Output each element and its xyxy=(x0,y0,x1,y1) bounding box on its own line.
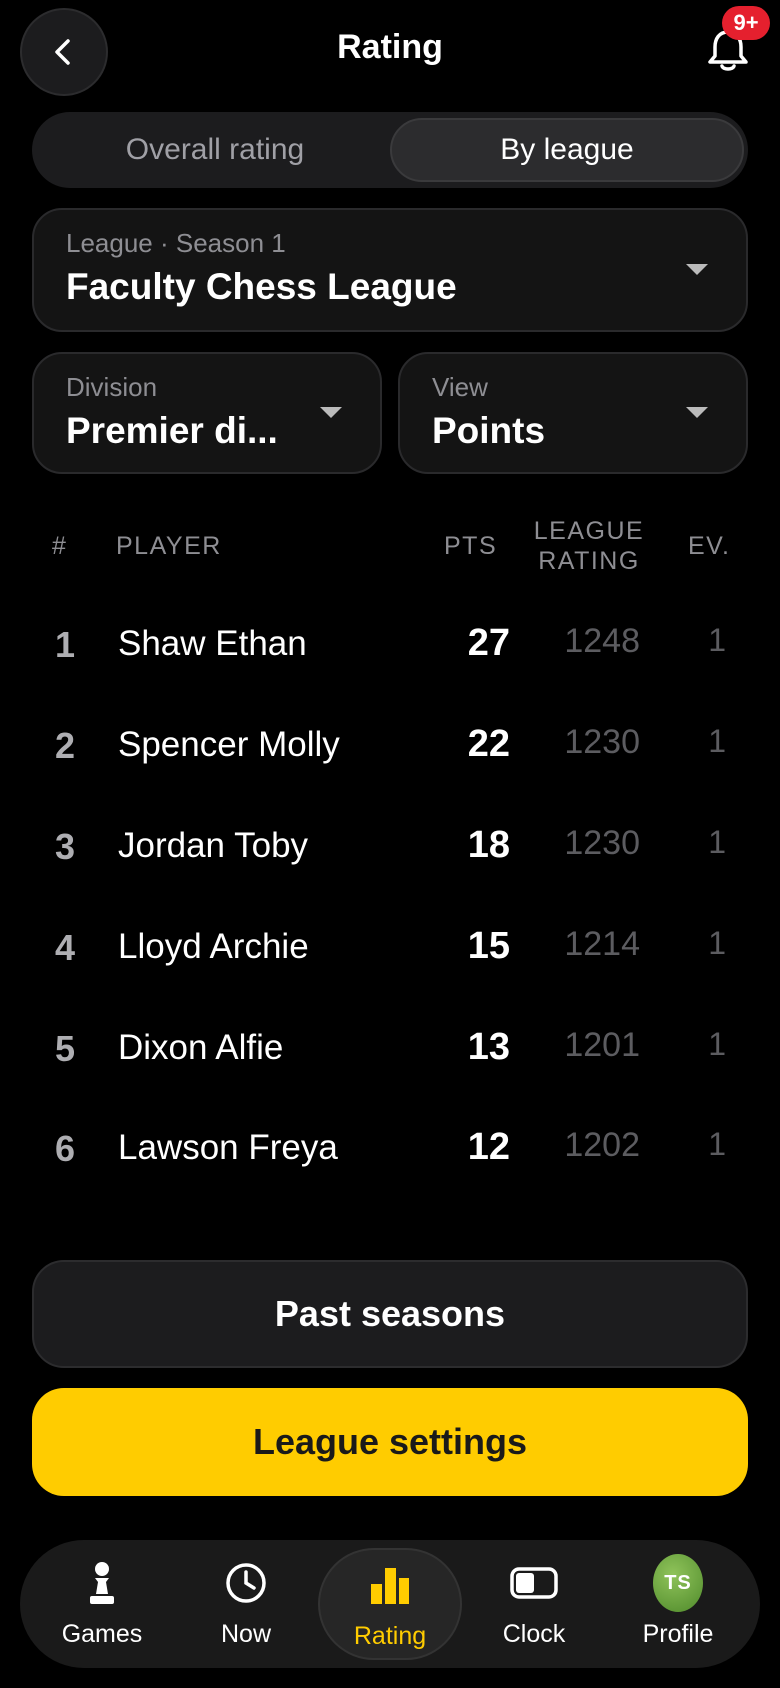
table-row[interactable]: 4 Lloyd Archie 15 1214 1 xyxy=(0,897,780,997)
row-events: 1 xyxy=(708,1026,726,1062)
column-header-player: PLAYER xyxy=(116,532,222,560)
row-points: 12 xyxy=(467,1126,510,1168)
row-player-name: Shaw Ethan xyxy=(118,624,307,663)
column-header-points: PTS xyxy=(444,532,498,560)
chevron-down-icon xyxy=(320,407,342,418)
row-player-name: Lawson Freya xyxy=(118,1128,338,1167)
clock-icon xyxy=(221,1558,271,1608)
column-header-league-rating-line1: LEAGUE xyxy=(533,517,645,545)
avatar: TS xyxy=(653,1554,703,1612)
tab-profile[interactable]: TS Profile xyxy=(606,1548,750,1660)
row-rank: 4 xyxy=(54,927,76,968)
chevron-down-icon xyxy=(686,407,708,418)
row-rank: 2 xyxy=(54,725,76,766)
tab-clock[interactable]: Clock xyxy=(462,1548,606,1660)
table-row[interactable]: 5 Dixon Alfie 13 1201 1 xyxy=(0,998,780,1098)
row-points: 18 xyxy=(467,824,510,866)
row-events: 1 xyxy=(708,925,726,961)
division-select-caption: Division xyxy=(66,372,158,402)
row-rank: 5 xyxy=(54,1028,76,1069)
column-header-rank: # xyxy=(52,532,68,560)
league-settings-button[interactable]: League settings xyxy=(32,1388,748,1496)
view-select-value: Points xyxy=(432,410,546,451)
notification-badge: 9+ xyxy=(722,6,770,40)
tab-now-label: Now xyxy=(220,1620,271,1648)
column-header-events: EV. xyxy=(688,532,731,560)
bottom-tab-bar: Games Now Rating Clock TS Profile xyxy=(20,1540,760,1668)
row-points: 15 xyxy=(467,925,510,967)
row-rank: 3 xyxy=(54,826,76,867)
row-rank: 6 xyxy=(54,1128,76,1169)
row-events: 1 xyxy=(708,622,726,658)
league-select-value: Faculty Chess League xyxy=(66,266,457,307)
table-row[interactable]: 3 Jordan Toby 18 1230 1 xyxy=(0,796,780,896)
division-select-value: Premier di... xyxy=(66,410,278,451)
row-events: 1 xyxy=(708,824,726,860)
row-league-rating: 1230 xyxy=(564,824,640,862)
view-select[interactable]: View Points xyxy=(398,352,748,474)
tab-rating-label: Rating xyxy=(353,1622,427,1650)
table-row[interactable]: 1 Shaw Ethan 27 1248 1 xyxy=(0,594,780,694)
tab-games-label: Games xyxy=(61,1620,143,1648)
row-league-rating: 1202 xyxy=(564,1126,640,1164)
pawn-icon xyxy=(77,1558,127,1608)
view-select-caption: View xyxy=(432,372,488,402)
chess-clock-icon xyxy=(509,1558,559,1608)
league-select[interactable]: League · Season 1 Faculty Chess League xyxy=(32,208,748,332)
chevron-down-icon xyxy=(686,264,708,275)
row-league-rating: 1230 xyxy=(564,723,640,761)
past-seasons-button[interactable]: Past seasons xyxy=(32,1260,748,1368)
column-header-league-rating-line2: RATING xyxy=(538,547,640,575)
tab-games[interactable]: Games xyxy=(30,1548,174,1660)
rating-mode-segmented-control: Overall rating By league xyxy=(32,112,748,188)
row-player-name: Jordan Toby xyxy=(118,826,309,865)
tab-overall-rating[interactable]: Overall rating xyxy=(38,118,392,182)
tab-by-league[interactable]: By league xyxy=(390,118,744,182)
row-events: 1 xyxy=(708,1126,726,1162)
row-points: 13 xyxy=(467,1026,510,1068)
row-player-name: Spencer Molly xyxy=(118,725,340,764)
row-rank: 1 xyxy=(54,624,76,665)
tab-now[interactable]: Now xyxy=(174,1548,318,1660)
header: Rating 9+ xyxy=(0,0,780,104)
table-row[interactable]: 2 Spencer Molly 22 1230 1 xyxy=(0,695,780,795)
avatar-wrapper: TS xyxy=(653,1554,703,1612)
tab-clock-label: Clock xyxy=(502,1620,566,1648)
bar-chart-icon xyxy=(365,1560,415,1610)
row-league-rating: 1214 xyxy=(564,925,640,963)
row-events: 1 xyxy=(708,723,726,759)
league-select-caption: League · Season 1 xyxy=(66,228,286,258)
row-points: 27 xyxy=(467,622,510,664)
row-player-name: Dixon Alfie xyxy=(118,1028,284,1067)
tab-rating[interactable]: Rating xyxy=(318,1548,462,1660)
row-player-name: Lloyd Archie xyxy=(118,927,309,966)
page-title: Rating xyxy=(337,28,443,66)
tab-profile-label: Profile xyxy=(642,1620,714,1648)
row-points: 22 xyxy=(467,723,510,765)
division-select[interactable]: Division Premier di... xyxy=(32,352,382,474)
row-league-rating: 1201 xyxy=(564,1026,640,1064)
column-header-league-rating: LEAGUE RATING xyxy=(520,516,658,576)
row-league-rating: 1248 xyxy=(564,622,640,660)
table-row[interactable]: 6 Lawson Freya 12 1202 1 xyxy=(0,1098,780,1198)
